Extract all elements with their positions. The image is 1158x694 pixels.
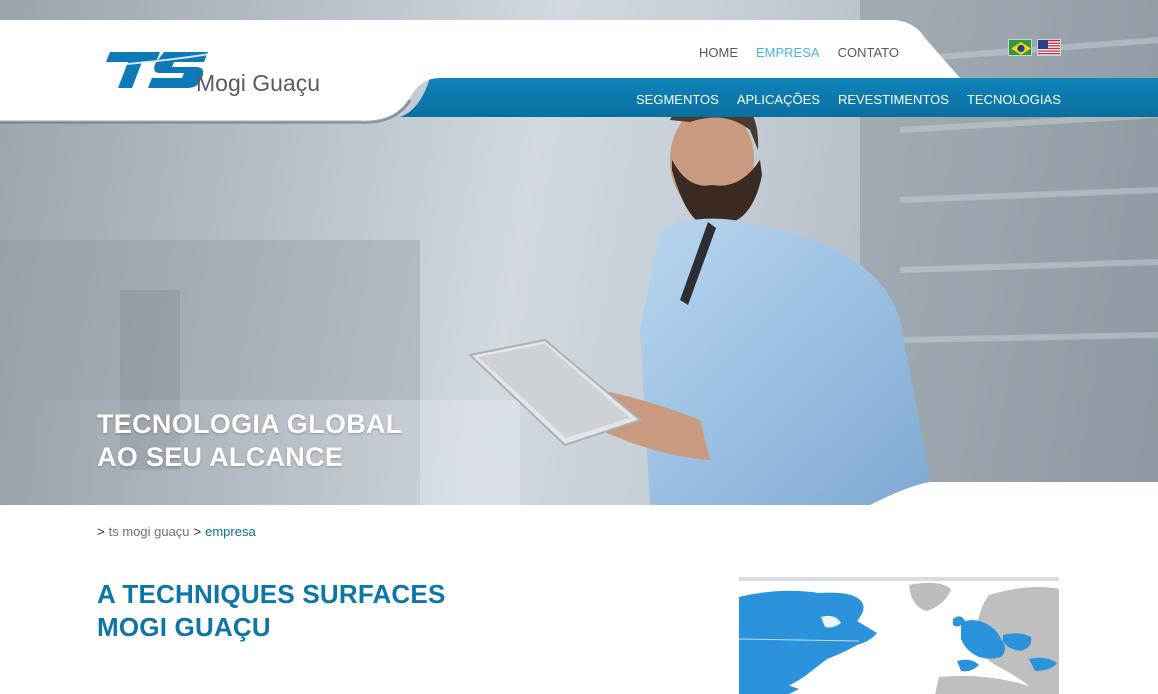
breadcrumb-current: empresa (205, 524, 256, 539)
main-nav: SEGMENTOS APLICAÇÕES REVESTIMENTOS TECNO… (636, 92, 1061, 107)
breadcrumb-arrow: > (97, 524, 105, 539)
brazil-flag-icon[interactable] (1008, 39, 1032, 56)
top-nav: HOME EMPRESA CONTATO (699, 45, 899, 60)
breadcrumb: > ts mogi guaçu > empresa (97, 524, 256, 539)
hero-title-line1: TECNOLOGIA GLOBAL (97, 409, 403, 439)
language-switcher (1008, 39, 1061, 56)
logo-text[interactable]: Mogi Guaçu (196, 70, 320, 97)
page-title-line2: MOGI GUAÇU (97, 612, 271, 642)
page-title-line1: A TECHNIQUES SURFACES (97, 579, 446, 609)
nav-segmentos-link[interactable]: SEGMENTOS (636, 92, 719, 107)
nav-aplicacoes-link[interactable]: APLICAÇÕES (737, 92, 820, 107)
nav-revestimentos-link[interactable]: REVESTIMENTOS (838, 92, 949, 107)
usa-flag-icon[interactable] (1037, 39, 1061, 56)
nav-home-link[interactable]: HOME (699, 45, 738, 60)
hero-title: TECNOLOGIA GLOBAL AO SEU ALCANCE (97, 408, 403, 474)
hero-title-line2: AO SEU ALCANCE (97, 442, 344, 472)
nav-empresa-link[interactable]: EMPRESA (756, 45, 820, 60)
nav-contato-link[interactable]: CONTATO (838, 45, 899, 60)
breadcrumb-separator: > (193, 524, 202, 539)
world-map-image (739, 577, 1059, 694)
nav-tecnologias-link[interactable]: TECNOLOGIAS (967, 92, 1061, 107)
page-title: A TECHNIQUES SURFACES MOGI GUAÇU (97, 578, 446, 644)
breadcrumb-parent-link[interactable]: ts mogi guaçu (109, 524, 190, 539)
